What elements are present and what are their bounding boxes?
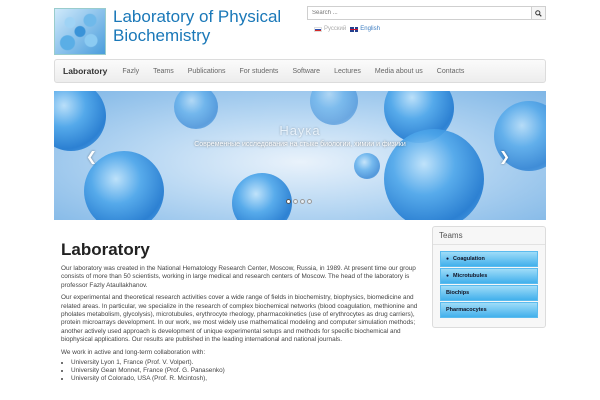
search-box bbox=[307, 6, 546, 20]
sidebar-menu: ● Coagulation ● Microtubules Biochips Ph… bbox=[433, 245, 545, 324]
nav-software[interactable]: Software bbox=[285, 60, 327, 82]
nav-laboratory[interactable]: Laboratory bbox=[55, 60, 115, 82]
slider-dots bbox=[286, 199, 312, 204]
language-russian[interactable]: Русский bbox=[314, 26, 346, 32]
nav-teams[interactable]: Teams bbox=[146, 60, 181, 82]
slider-dot[interactable] bbox=[286, 199, 291, 204]
site-logo[interactable] bbox=[54, 8, 106, 55]
list-item: University Lyon 1, France (Prof. V. Volp… bbox=[71, 359, 421, 367]
list-item: University Gean Monnet, France (Prof. G.… bbox=[71, 367, 421, 375]
slide-subtitle: Современные исследования на стыке биолог… bbox=[194, 141, 406, 148]
sidebar-item-pharmacocytes[interactable]: Pharmacocytes bbox=[440, 302, 538, 318]
nav-publications[interactable]: Publications bbox=[181, 60, 233, 82]
collaboration-intro: We work in active and long-term collabor… bbox=[61, 348, 206, 356]
main-content: Laboratory Our laboratory was created in… bbox=[61, 240, 421, 384]
intro-paragraph: Our laboratory was created in the Nation… bbox=[61, 265, 416, 289]
slider-prev-arrow-icon[interactable]: ❮ bbox=[86, 149, 97, 165]
slider-dot[interactable] bbox=[293, 199, 298, 204]
page-heading: Laboratory bbox=[61, 240, 150, 259]
nav-lectures[interactable]: Lectures bbox=[327, 60, 368, 82]
sidebar-title: Teams bbox=[433, 227, 545, 245]
site-title[interactable]: Laboratory of Physical Biochemistry bbox=[113, 7, 303, 45]
language-switcher: Русский English bbox=[314, 26, 380, 32]
slider-dot[interactable] bbox=[307, 199, 312, 204]
cell-image bbox=[310, 91, 358, 125]
nav-for-students[interactable]: For students bbox=[233, 60, 286, 82]
language-label: Русский bbox=[324, 26, 347, 32]
bullet-icon: ● bbox=[446, 256, 450, 262]
slide-title: Наука bbox=[279, 123, 321, 138]
bullet-icon: ● bbox=[446, 273, 450, 279]
research-paragraph: Our experimental and theoretical researc… bbox=[61, 294, 418, 344]
sidebar-item-label: Coagulation bbox=[453, 256, 485, 262]
sidebar-item-biochips[interactable]: Biochips bbox=[440, 285, 538, 301]
cell-image bbox=[354, 153, 380, 179]
sidebar-item-label: Pharmacocytes bbox=[446, 307, 487, 313]
cell-image bbox=[232, 173, 292, 220]
language-label: English bbox=[360, 26, 380, 32]
sidebar-item-label: Biochips bbox=[446, 290, 470, 296]
slider-next-arrow-icon[interactable]: ❯ bbox=[499, 149, 510, 165]
nav-media[interactable]: Media about us bbox=[368, 60, 430, 82]
search-input[interactable] bbox=[308, 7, 531, 19]
search-button[interactable] bbox=[531, 7, 545, 19]
nav-fazly[interactable]: Fazly bbox=[115, 60, 146, 82]
uk-flag-icon bbox=[350, 26, 359, 32]
sidebar-item-microtubules[interactable]: ● Microtubules bbox=[440, 268, 538, 284]
russia-flag-icon bbox=[314, 26, 322, 32]
teams-sidebar: Teams ● Coagulation ● Microtubules Bioch… bbox=[432, 226, 546, 328]
collaborators-list: University Lyon 1, France (Prof. V. Volp… bbox=[71, 359, 421, 384]
main-nav: Laboratory Fazly Teams Publications For … bbox=[54, 59, 546, 83]
hero-slider: Наука Современные исследования на стыке … bbox=[54, 91, 546, 220]
language-english[interactable]: English bbox=[350, 26, 380, 32]
search-icon bbox=[535, 9, 542, 17]
sidebar-item-coagulation[interactable]: ● Coagulation bbox=[440, 251, 538, 267]
list-item: University of Colorado, USA (Prof. R. Mc… bbox=[71, 375, 421, 383]
nav-contacts[interactable]: Contacts bbox=[430, 60, 472, 82]
sidebar-item-label: Microtubules bbox=[453, 273, 488, 279]
slider-dot[interactable] bbox=[300, 199, 305, 204]
